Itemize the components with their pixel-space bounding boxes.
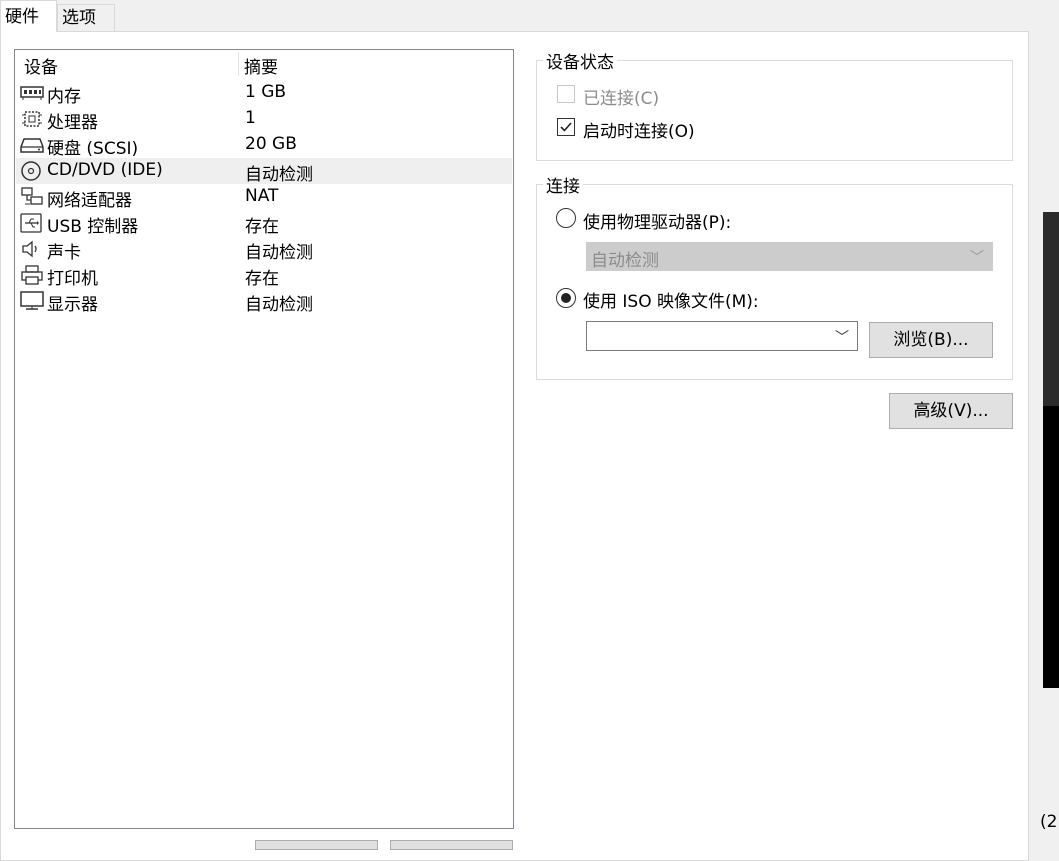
device-name: 显示器 bbox=[47, 295, 98, 315]
memory-icon bbox=[20, 86, 44, 100]
device-name: 声卡 bbox=[47, 243, 81, 263]
device-summary: NAT bbox=[245, 186, 279, 206]
iso-path-combobox[interactable]: ﹀ bbox=[586, 321, 858, 351]
background-window-edge bbox=[1043, 212, 1059, 406]
column-header-device[interactable]: 设备 bbox=[24, 53, 58, 78]
bottom-button-1[interactable] bbox=[255, 840, 378, 850]
device-name: 硬盘 (SCSI) bbox=[47, 139, 139, 159]
device-summary: 自动检测 bbox=[245, 165, 313, 185]
display-icon bbox=[20, 291, 44, 310]
sound-card-icon bbox=[22, 240, 37, 258]
physical-drive-select[interactable]: 自动检测 ﹀ bbox=[586, 242, 993, 271]
connection-title: 连接 bbox=[543, 172, 583, 197]
checkmark-icon bbox=[560, 122, 572, 132]
device-row-sound-card[interactable]: 声卡 自动检测 bbox=[16, 236, 512, 263]
tab-options[interactable]: 选项 bbox=[57, 4, 115, 31]
cd-dvd-icon bbox=[21, 161, 41, 181]
device-summary: 自动检测 bbox=[245, 243, 313, 263]
background-window-edge-dark bbox=[1043, 406, 1059, 688]
iso-image-radio[interactable] bbox=[556, 288, 576, 308]
background-window-text: (2) bbox=[1040, 812, 1059, 832]
device-name: 网络适配器 bbox=[47, 191, 132, 211]
network-adapter-icon bbox=[21, 187, 43, 205]
device-name: 内存 bbox=[47, 87, 81, 107]
device-row-network-adapter[interactable]: 网络适配器 NAT bbox=[16, 184, 512, 211]
browse-button[interactable]: 浏览(B)... bbox=[869, 322, 993, 358]
chevron-down-icon[interactable]: ﹀ bbox=[835, 327, 849, 347]
device-list-header: 设备 摘要 bbox=[15, 50, 513, 78]
device-row-printer[interactable]: 打印机 存在 bbox=[16, 262, 512, 289]
column-header-summary[interactable]: 摘要 bbox=[244, 53, 278, 78]
device-list[interactable]: 设备 摘要 内存 1 GB 处理器 1 硬盘 (SCSI) 20 GB CD/D… bbox=[14, 49, 514, 829]
device-row-processor[interactable]: 处理器 1 bbox=[16, 106, 512, 133]
tab-strip: 硬件 选项 bbox=[0, 0, 1040, 32]
device-summary: 20 GB bbox=[245, 134, 297, 154]
physical-drive-label: 使用物理驱动器(P): bbox=[583, 213, 732, 233]
device-summary: 存在 bbox=[245, 269, 279, 289]
connected-label: 已连接(C) bbox=[583, 89, 660, 109]
iso-image-label: 使用 ISO 映像文件(M): bbox=[583, 292, 759, 312]
radio-selected-dot bbox=[561, 293, 571, 303]
device-status-title: 设备状态 bbox=[543, 48, 617, 73]
device-summary: 存在 bbox=[245, 217, 279, 237]
device-row-memory[interactable]: 内存 1 GB bbox=[16, 80, 512, 107]
device-status-group: 设备状态 bbox=[536, 48, 1013, 161]
tab-hardware[interactable]: 硬件 bbox=[0, 0, 57, 32]
device-row-hard-disk[interactable]: 硬盘 (SCSI) 20 GB bbox=[16, 132, 512, 159]
printer-icon bbox=[21, 265, 43, 285]
advanced-button[interactable]: 高级(V)... bbox=[889, 393, 1013, 429]
device-name: 打印机 bbox=[47, 269, 98, 289]
connect-at-power-on-checkbox[interactable] bbox=[557, 118, 575, 136]
connected-checkbox[interactable] bbox=[557, 85, 575, 103]
device-row-display[interactable]: 显示器 自动检测 bbox=[16, 288, 512, 315]
device-summary: 1 GB bbox=[245, 82, 287, 102]
device-row-cd-dvd[interactable]: CD/DVD (IDE) 自动检测 bbox=[16, 158, 512, 185]
device-summary: 1 bbox=[245, 108, 256, 128]
physical-drive-radio[interactable] bbox=[556, 208, 576, 228]
device-name: CD/DVD (IDE) bbox=[47, 160, 163, 180]
processor-icon bbox=[22, 111, 42, 127]
chevron-down-icon: ﹀ bbox=[970, 250, 984, 266]
bottom-button-2[interactable] bbox=[390, 840, 513, 850]
physical-drive-value: 自动检测 bbox=[591, 251, 659, 271]
device-summary: 自动检测 bbox=[245, 295, 313, 315]
device-name: USB 控制器 bbox=[47, 217, 139, 237]
column-divider[interactable] bbox=[238, 52, 239, 76]
connect-at-power-on-label: 启动时连接(O) bbox=[583, 122, 695, 142]
usb-icon bbox=[20, 213, 42, 233]
device-row-usb-controller[interactable]: USB 控制器 存在 bbox=[16, 210, 512, 237]
hard-disk-icon bbox=[20, 138, 44, 153]
device-name: 处理器 bbox=[47, 113, 98, 133]
